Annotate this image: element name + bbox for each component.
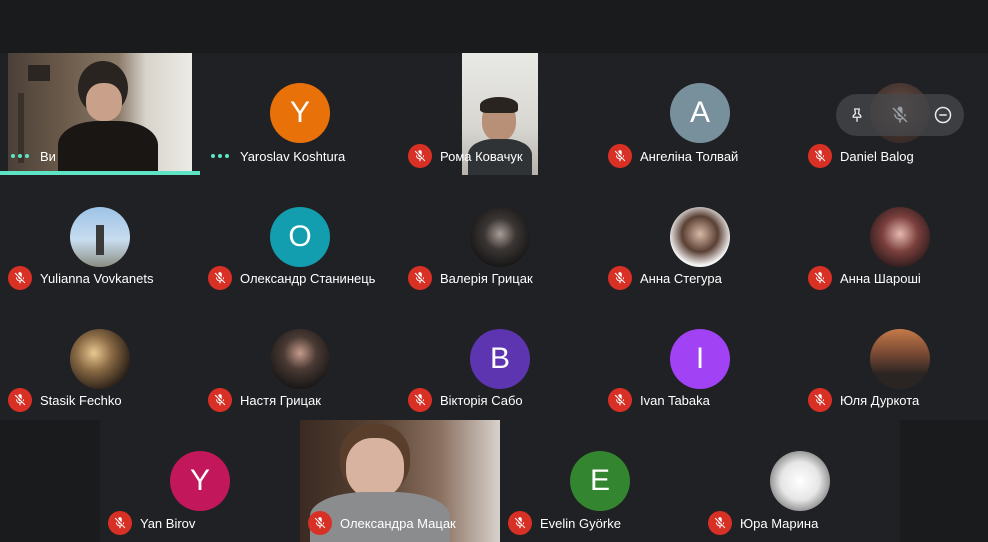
participant-tile-self[interactable]: Ви bbox=[0, 53, 200, 175]
avatar-photo bbox=[870, 329, 930, 389]
avatar-photo bbox=[70, 329, 130, 389]
mic-off-icon bbox=[408, 144, 432, 168]
participant-tile[interactable]: I Ivan Tabaka bbox=[600, 297, 800, 419]
grid-gutter bbox=[900, 420, 988, 542]
participant-name-row: Юля Дуркота bbox=[808, 387, 919, 413]
participant-name-row: Олександра Мацак bbox=[308, 510, 456, 536]
participant-name: Yulianna Vovkanets bbox=[40, 270, 154, 286]
mic-off-icon bbox=[8, 266, 32, 290]
avatar: B bbox=[470, 329, 530, 389]
avatar-photo bbox=[670, 207, 730, 267]
mic-off-icon bbox=[808, 388, 832, 412]
avatar-photo bbox=[870, 207, 930, 267]
mic-off-icon bbox=[308, 511, 332, 535]
participant-tile[interactable]: Yulianna Vovkanets bbox=[0, 175, 200, 297]
participant-name: Юра Марина bbox=[740, 515, 819, 531]
participant-name-row: Рома Ковачук bbox=[408, 143, 523, 169]
participant-name: Юля Дуркота bbox=[840, 392, 920, 408]
participant-name-row: Daniel Balog bbox=[808, 143, 914, 169]
participant-name-row: Evelin Györke bbox=[508, 510, 621, 536]
participant-name: Ви bbox=[40, 148, 56, 164]
participant-tile[interactable]: Анна Шароші bbox=[800, 175, 988, 297]
mic-off-icon bbox=[608, 144, 632, 168]
mic-off-icon bbox=[708, 511, 732, 535]
participant-tile[interactable]: A Ангеліна Толвай bbox=[600, 53, 800, 175]
participant-name: Ivan Tabaka bbox=[640, 392, 710, 408]
participant-name-row: Юра Марина bbox=[708, 510, 818, 536]
mic-off-icon bbox=[808, 266, 832, 290]
avatar: E bbox=[570, 451, 630, 511]
participant-name-row: Анна Стегура bbox=[608, 265, 722, 291]
mic-off-icon bbox=[408, 266, 432, 290]
tile-hover-controls bbox=[836, 94, 964, 136]
participant-name: Анна Стегура bbox=[640, 270, 722, 286]
pin-icon[interactable] bbox=[844, 102, 870, 128]
participant-name-row: Вікторія Сабо bbox=[408, 387, 523, 413]
participant-name: Stasik Fechko bbox=[40, 392, 122, 408]
mic-off-icon bbox=[108, 511, 132, 535]
mic-off-icon bbox=[608, 388, 632, 412]
participant-name: Олександр Станинець bbox=[240, 270, 376, 286]
avatar: Y bbox=[170, 451, 230, 511]
participant-name: Рома Ковачук bbox=[440, 148, 523, 164]
participant-name-row: Yan Birov bbox=[108, 510, 195, 536]
avatar-photo bbox=[70, 207, 130, 267]
participant-name-row: Ви bbox=[8, 143, 56, 169]
top-bar bbox=[0, 0, 988, 53]
participant-tile[interactable]: Олександра Мацак bbox=[300, 420, 500, 542]
mic-off-icon bbox=[608, 266, 632, 290]
participant-name: Evelin Györke bbox=[540, 515, 621, 531]
participant-tile[interactable]: Анна Стегура bbox=[600, 175, 800, 297]
participant-tile[interactable]: Y Yaroslav Koshtura bbox=[200, 53, 400, 175]
remove-icon[interactable] bbox=[930, 102, 956, 128]
participant-tile[interactable]: E Evelin Györke bbox=[500, 420, 700, 542]
mic-off-icon bbox=[408, 388, 432, 412]
participant-name-row: Stasik Fechko bbox=[8, 387, 122, 413]
participant-tile[interactable]: B Вікторія Сабо bbox=[400, 297, 600, 419]
participant-tile[interactable]: Юля Дуркота bbox=[800, 297, 988, 419]
participant-tile[interactable]: Y Yan Birov bbox=[100, 420, 300, 542]
participant-name: Вікторія Сабо bbox=[440, 392, 523, 408]
participant-tile[interactable]: Рома Ковачук bbox=[400, 53, 600, 175]
avatar-photo bbox=[270, 329, 330, 389]
participant-name-row: Настя Грицак bbox=[208, 387, 321, 413]
participant-name: Yaroslav Koshtura bbox=[240, 148, 346, 164]
mic-off-icon bbox=[8, 388, 32, 412]
avatar: A bbox=[670, 83, 730, 143]
participant-name-row: Анна Шароші bbox=[808, 265, 921, 291]
grid-gutter bbox=[0, 420, 100, 542]
participant-name: Валерія Грицак bbox=[440, 270, 533, 286]
participant-tile[interactable]: Stasik Fechko bbox=[0, 297, 200, 419]
participant-tile[interactable]: Юра Марина bbox=[700, 420, 900, 542]
participant-name: Daniel Balog bbox=[840, 148, 914, 164]
mic-off-icon[interactable] bbox=[887, 102, 913, 128]
participant-name-row: Ангеліна Толвай bbox=[608, 143, 738, 169]
avatar: O bbox=[270, 207, 330, 267]
mic-off-icon bbox=[808, 144, 832, 168]
participant-name-row: Олександр Станинець bbox=[208, 265, 375, 291]
audio-activity-icon bbox=[8, 154, 32, 158]
participant-name: Олександра Мацак bbox=[340, 515, 456, 531]
participant-name-row: Yaroslav Koshtura bbox=[208, 143, 345, 169]
participant-tile[interactable]: Валерія Грицак bbox=[400, 175, 600, 297]
participant-name: Анна Шароші bbox=[840, 270, 921, 286]
avatar-photo bbox=[470, 207, 530, 267]
participant-tile[interactable]: Настя Грицак bbox=[200, 297, 400, 419]
participant-name: Ангеліна Толвай bbox=[640, 148, 739, 164]
participant-name-row: Yulianna Vovkanets bbox=[8, 265, 153, 291]
avatar: Y bbox=[270, 83, 330, 143]
avatar-photo bbox=[770, 451, 830, 511]
participant-name: Настя Грицак bbox=[240, 392, 321, 408]
avatar: I bbox=[670, 329, 730, 389]
participant-name: Yan Birov bbox=[140, 515, 196, 531]
mic-off-icon bbox=[208, 388, 232, 412]
participant-name-row: Ivan Tabaka bbox=[608, 387, 710, 413]
participant-name-row: Валерія Грицак bbox=[408, 265, 533, 291]
mic-off-icon bbox=[208, 266, 232, 290]
mic-off-icon bbox=[508, 511, 532, 535]
participant-tile[interactable]: O Олександр Станинець bbox=[200, 175, 400, 297]
audio-activity-icon bbox=[208, 154, 232, 158]
